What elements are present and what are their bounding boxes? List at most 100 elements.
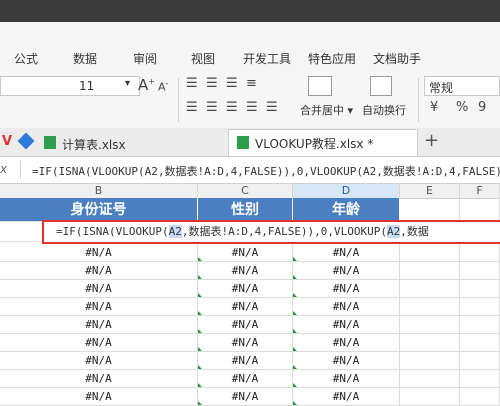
age-cell[interactable]: #N/A: [293, 388, 400, 406]
id-number-cell[interactable]: #N/A: [0, 334, 198, 352]
menu-view[interactable]: 视图: [191, 50, 215, 67]
empty-cell[interactable]: [400, 298, 460, 316]
age-cell[interactable]: #N/A: [293, 280, 400, 298]
new-tab-plus-icon[interactable]: +: [424, 130, 439, 151]
empty-cell[interactable]: [460, 198, 500, 222]
error-indicator-icon: [198, 293, 202, 297]
empty-cell[interactable]: [460, 244, 500, 262]
error-value: #N/A: [85, 264, 112, 277]
wrap-text-button[interactable]: 自动换行: [362, 102, 406, 118]
id-number-cell[interactable]: #N/A: [0, 262, 198, 280]
gender-cell[interactable]: #N/A: [198, 298, 293, 316]
gender-cell[interactable]: #N/A: [198, 280, 293, 298]
id-number-cell[interactable]: #N/A: [0, 298, 198, 316]
gender-cell[interactable]: #N/A: [198, 334, 293, 352]
empty-cell[interactable]: [460, 370, 500, 388]
gender-cell[interactable]: #N/A: [198, 244, 293, 262]
align-left-icon[interactable]: ☰: [186, 100, 198, 115]
merge-icon[interactable]: [308, 76, 332, 96]
number-format-select[interactable]: 常规: [424, 76, 500, 96]
gender-cell[interactable]: #N/A: [198, 262, 293, 280]
empty-cell[interactable]: [400, 280, 460, 298]
age-cell[interactable]: #N/A: [293, 298, 400, 316]
empty-cell[interactable]: [400, 262, 460, 280]
menu-formulas[interactable]: 公式: [14, 50, 38, 67]
error-indicator-icon: [198, 275, 202, 279]
tab-calc-sheet[interactable]: 计算表.xlsx: [40, 131, 220, 155]
align-top-icon[interactable]: ☰: [186, 76, 198, 91]
empty-cell[interactable]: [460, 352, 500, 370]
tab-vlookup-tutorial[interactable]: VLOOKUP教程.xlsx *: [228, 129, 418, 156]
empty-cell[interactable]: [400, 352, 460, 370]
header-gender[interactable]: 性别: [198, 198, 293, 222]
wrap-text-icon[interactable]: [370, 76, 392, 96]
column-header-f[interactable]: F: [460, 184, 500, 198]
age-cell[interactable]: #N/A: [293, 352, 400, 370]
percent-button[interactable]: %: [456, 100, 468, 115]
menu-special-apps[interactable]: 特色应用: [308, 50, 356, 67]
gender-cell[interactable]: #N/A: [198, 370, 293, 388]
empty-cell[interactable]: [400, 244, 460, 262]
error-value: #N/A: [231, 264, 259, 277]
empty-cell[interactable]: [460, 262, 500, 280]
cell-reference-box[interactable]: x: [0, 162, 7, 176]
age-cell[interactable]: #N/A: [293, 316, 400, 334]
empty-cell[interactable]: [400, 388, 460, 406]
id-number-cell[interactable]: #N/A: [0, 316, 198, 334]
empty-cell[interactable]: [400, 370, 460, 388]
empty-cell[interactable]: [460, 388, 500, 406]
empty-cell[interactable]: [460, 316, 500, 334]
id-number-cell[interactable]: #N/A: [0, 388, 198, 406]
empty-cell[interactable]: [400, 316, 460, 334]
id-number-cell[interactable]: #N/A: [0, 244, 198, 262]
age-cell[interactable]: #N/A: [293, 370, 400, 388]
menu-developer[interactable]: 开发工具: [243, 50, 291, 67]
id-number-cell[interactable]: #N/A: [0, 370, 198, 388]
age-cell[interactable]: #N/A: [293, 244, 400, 262]
menu-bar: 公式 数据 审阅 视图 开发工具 特色应用 文档助手: [0, 22, 500, 74]
gender-cell[interactable]: #N/A: [198, 352, 293, 370]
empty-cell[interactable]: [400, 198, 460, 222]
age-cell[interactable]: #N/A: [293, 262, 400, 280]
formula-input[interactable]: =IF(ISNA(VLOOKUP(A2,数据表!A:D,4,FALSE)),0,…: [32, 163, 500, 179]
column-header-e[interactable]: E: [400, 184, 460, 198]
currency-icon[interactable]: ¥: [430, 100, 438, 115]
align-bottom-icon[interactable]: ☰: [226, 76, 238, 91]
formula-part: =IF(ISNA(VLOOKUP(: [56, 225, 169, 238]
error-indicator-icon: [293, 275, 297, 279]
home-cube-icon[interactable]: [17, 132, 35, 150]
empty-cell[interactable]: [460, 298, 500, 316]
editing-cell-formula[interactable]: =IF(ISNA(VLOOKUP(A2,数据表!A:D,4,FALSE)),0,…: [42, 220, 500, 244]
align-middle-icon[interactable]: ☰: [206, 76, 218, 91]
menu-review[interactable]: 审阅: [133, 50, 157, 67]
gender-cell[interactable]: #N/A: [198, 388, 293, 406]
menu-data[interactable]: 数据: [73, 50, 97, 67]
empty-cell[interactable]: [460, 334, 500, 352]
header-age[interactable]: 年龄: [293, 198, 400, 222]
merge-center-button[interactable]: 合并居中 ▾: [300, 102, 353, 118]
header-id-number[interactable]: 身份证号: [0, 198, 198, 222]
id-number-cell[interactable]: #N/A: [0, 352, 198, 370]
justify-icon[interactable]: ☰: [246, 100, 258, 115]
empty-cell[interactable]: [460, 280, 500, 298]
align-right-icon[interactable]: ☰: [226, 100, 238, 115]
column-header-d[interactable]: D: [293, 184, 400, 198]
orientation-icon[interactable]: ≡: [246, 76, 257, 91]
gender-cell[interactable]: #N/A: [198, 316, 293, 334]
error-value: #N/A: [231, 354, 259, 367]
id-number-cell[interactable]: #N/A: [0, 280, 198, 298]
comma-button[interactable]: 9: [478, 100, 486, 115]
empty-cell[interactable]: [400, 334, 460, 352]
column-header-c[interactable]: C: [198, 184, 293, 198]
age-cell[interactable]: #N/A: [293, 334, 400, 352]
error-value: #N/A: [85, 282, 112, 295]
font-shrink-button[interactable]: A-: [158, 79, 168, 94]
font-size-box[interactable]: 11 ▾: [0, 76, 140, 96]
menu-doc-assistant[interactable]: 文档助手: [373, 50, 421, 67]
column-header-b[interactable]: B: [0, 184, 198, 198]
font-grow-button[interactable]: A+: [138, 76, 155, 94]
font-shrink-label: A: [158, 80, 166, 94]
distributed-icon[interactable]: ☰: [266, 100, 278, 115]
align-center-icon[interactable]: ☰: [206, 100, 218, 115]
error-value: #N/A: [85, 372, 112, 385]
